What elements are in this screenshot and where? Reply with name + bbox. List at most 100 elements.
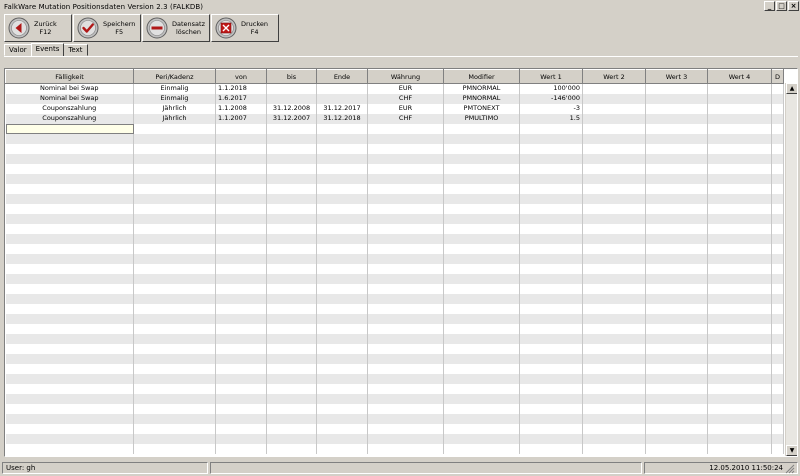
cell-wert2[interactable] (582, 403, 646, 414)
cell-bis[interactable]: 31.12.2007 (266, 113, 317, 124)
cell-von[interactable] (215, 193, 267, 204)
cell-von[interactable] (215, 233, 267, 244)
events-grid[interactable]: Fälligkeit Peri/Kadenz von bis Ende Währ… (4, 68, 798, 457)
table-row[interactable] (5, 293, 784, 304)
cell-wert3[interactable] (645, 273, 708, 284)
cell-modifier[interactable] (443, 303, 520, 314)
cell-wert1[interactable] (519, 263, 583, 274)
cell-modifier[interactable] (443, 133, 520, 144)
cell-wert3[interactable] (645, 383, 708, 394)
cell-wert2[interactable] (582, 363, 646, 374)
cell-faelligkeit[interactable] (5, 333, 134, 344)
cell-faelligkeit[interactable] (5, 293, 134, 304)
cell-wert1[interactable] (519, 273, 583, 284)
cell-bis[interactable] (266, 143, 317, 154)
cell-d[interactable] (771, 333, 784, 344)
cell-wert2[interactable] (582, 343, 646, 354)
table-row[interactable] (5, 433, 784, 444)
cell-waehrung[interactable] (367, 363, 444, 374)
cell-kadenz[interactable] (133, 393, 216, 404)
cell-wert3[interactable] (645, 113, 708, 124)
table-row[interactable] (5, 393, 784, 404)
cell-waehrung[interactable] (367, 283, 444, 294)
cell-wert1[interactable] (519, 443, 583, 454)
cell-d[interactable] (771, 363, 784, 374)
cell-kadenz[interactable] (133, 323, 216, 334)
cell-waehrung[interactable] (367, 223, 444, 234)
cell-von[interactable] (215, 243, 267, 254)
cell-faelligkeit[interactable] (5, 133, 134, 144)
cell-faelligkeit[interactable] (5, 383, 134, 394)
cell-ende[interactable] (316, 93, 368, 104)
cell-kadenz[interactable] (133, 313, 216, 324)
cell-von[interactable]: 1.1.2018 (215, 83, 267, 94)
table-row[interactable] (5, 133, 784, 144)
table-row[interactable] (5, 333, 784, 344)
cell-wert1[interactable] (519, 343, 583, 354)
cell-von[interactable] (215, 283, 267, 294)
cell-waehrung[interactable] (367, 173, 444, 184)
scroll-down-button[interactable]: ▼ (786, 445, 797, 456)
cell-von[interactable]: 1.1.2008 (215, 103, 267, 114)
table-row[interactable] (5, 163, 784, 174)
cell-modifier[interactable] (443, 353, 520, 364)
cell-faelligkeit[interactable] (5, 223, 134, 234)
cell-kadenz[interactable] (133, 153, 216, 164)
print-button[interactable]: Drucken F4 (211, 14, 279, 42)
cell-wert2[interactable] (582, 253, 646, 264)
cell-bis[interactable] (266, 413, 317, 424)
cell-modifier[interactable] (443, 233, 520, 244)
cell-waehrung[interactable] (367, 273, 444, 284)
cell-faelligkeit[interactable] (5, 193, 134, 204)
cell-wert1[interactable]: 100'000 (519, 83, 583, 94)
cell-von[interactable] (215, 353, 267, 364)
cell-faelligkeit[interactable] (5, 263, 134, 274)
cell-wert3[interactable] (645, 193, 708, 204)
cell-waehrung[interactable] (367, 203, 444, 214)
cell-ende[interactable] (316, 143, 368, 154)
cell-faelligkeit[interactable] (5, 243, 134, 254)
cell-wert2[interactable] (582, 353, 646, 364)
cell-von[interactable] (215, 223, 267, 234)
cell-wert3[interactable] (645, 263, 708, 274)
cell-modifier[interactable] (443, 163, 520, 174)
cell-waehrung[interactable] (367, 183, 444, 194)
cell-d[interactable] (771, 393, 784, 404)
cell-bis[interactable] (266, 203, 317, 214)
cell-bis[interactable] (266, 243, 317, 254)
cell-wert3[interactable] (645, 173, 708, 184)
cell-von[interactable] (215, 413, 267, 424)
cell-kadenz[interactable] (133, 423, 216, 434)
cell-wert1[interactable] (519, 243, 583, 254)
cell-wert4[interactable] (707, 433, 772, 444)
cell-wert3[interactable] (645, 363, 708, 374)
cell-wert1[interactable] (519, 183, 583, 194)
table-row[interactable] (5, 173, 784, 184)
cell-waehrung[interactable] (367, 423, 444, 434)
tab-events[interactable]: Events (30, 43, 65, 56)
cell-ende[interactable] (316, 333, 368, 344)
cell-modifier[interactable] (443, 203, 520, 214)
cell-modifier[interactable] (443, 433, 520, 444)
cell-wert2[interactable] (582, 183, 646, 194)
cell-ende[interactable] (316, 133, 368, 144)
cell-von[interactable] (215, 133, 267, 144)
cell-wert1[interactable] (519, 133, 583, 144)
cell-waehrung[interactable] (367, 333, 444, 344)
cell-wert3[interactable] (645, 243, 708, 254)
cell-waehrung[interactable]: EUR (367, 103, 444, 114)
cell-wert3[interactable] (645, 333, 708, 344)
cell-wert4[interactable] (707, 203, 772, 214)
cell-d[interactable] (771, 83, 784, 94)
col-header-modifier[interactable]: Modifier (443, 69, 520, 84)
cell-modifier[interactable] (443, 403, 520, 414)
cell-wert4[interactable] (707, 223, 772, 234)
cell-ende[interactable] (316, 153, 368, 164)
cell-ende[interactable] (316, 323, 368, 334)
cell-faelligkeit[interactable] (5, 363, 134, 374)
cell-wert1[interactable] (519, 173, 583, 184)
cell-kadenz[interactable]: Einmalig (133, 83, 216, 94)
col-header-wert4[interactable]: Wert 4 (707, 69, 772, 84)
cell-waehrung[interactable] (367, 403, 444, 414)
cell-faelligkeit[interactable] (5, 153, 134, 164)
